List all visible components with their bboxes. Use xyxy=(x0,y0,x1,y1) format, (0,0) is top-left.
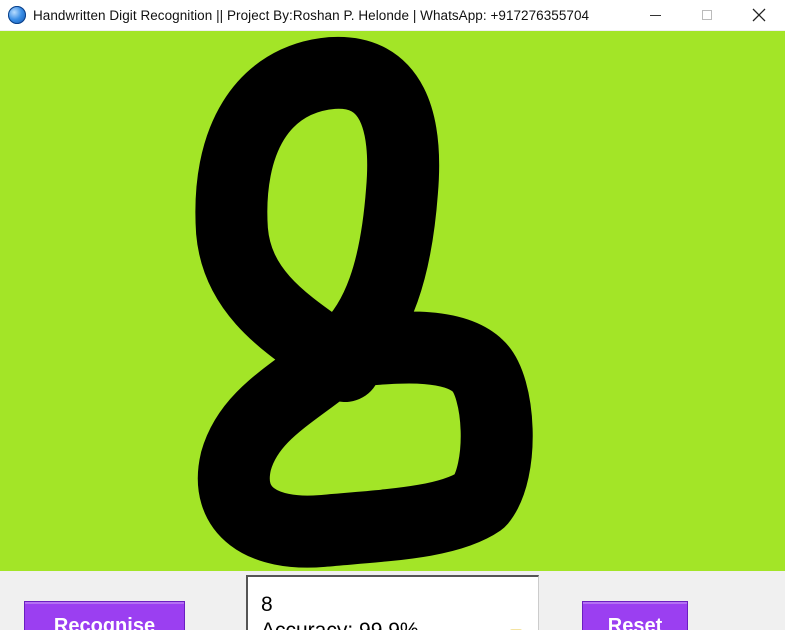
close-button[interactable] xyxy=(733,0,785,30)
title-bar[interactable]: Handwritten Digit Recognition || Project… xyxy=(0,0,785,30)
window-controls xyxy=(629,0,785,30)
app-globe-icon xyxy=(8,6,26,24)
control-bar: Recognise 8 Accuracy: 99.9% Reset xyxy=(0,571,785,630)
app-window: Handwritten Digit Recognition || Project… xyxy=(0,0,785,630)
handwritten-digit-stroke xyxy=(195,36,533,568)
accuracy-text: Accuracy: 99.9% xyxy=(261,619,419,630)
reset-button[interactable]: Reset xyxy=(582,601,688,630)
minimize-icon xyxy=(649,14,661,16)
maximize-button[interactable] xyxy=(681,0,733,30)
predicted-digit: 8 xyxy=(261,593,273,616)
close-icon xyxy=(752,8,766,22)
maximize-icon xyxy=(702,10,712,20)
minimize-button[interactable] xyxy=(629,0,681,30)
result-textbox[interactable]: 8 Accuracy: 99.9% xyxy=(246,575,539,630)
drawing-canvas[interactable] xyxy=(0,31,785,571)
recognise-button[interactable]: Recognise xyxy=(24,601,185,630)
window-title: Handwritten Digit Recognition || Project… xyxy=(33,7,590,23)
